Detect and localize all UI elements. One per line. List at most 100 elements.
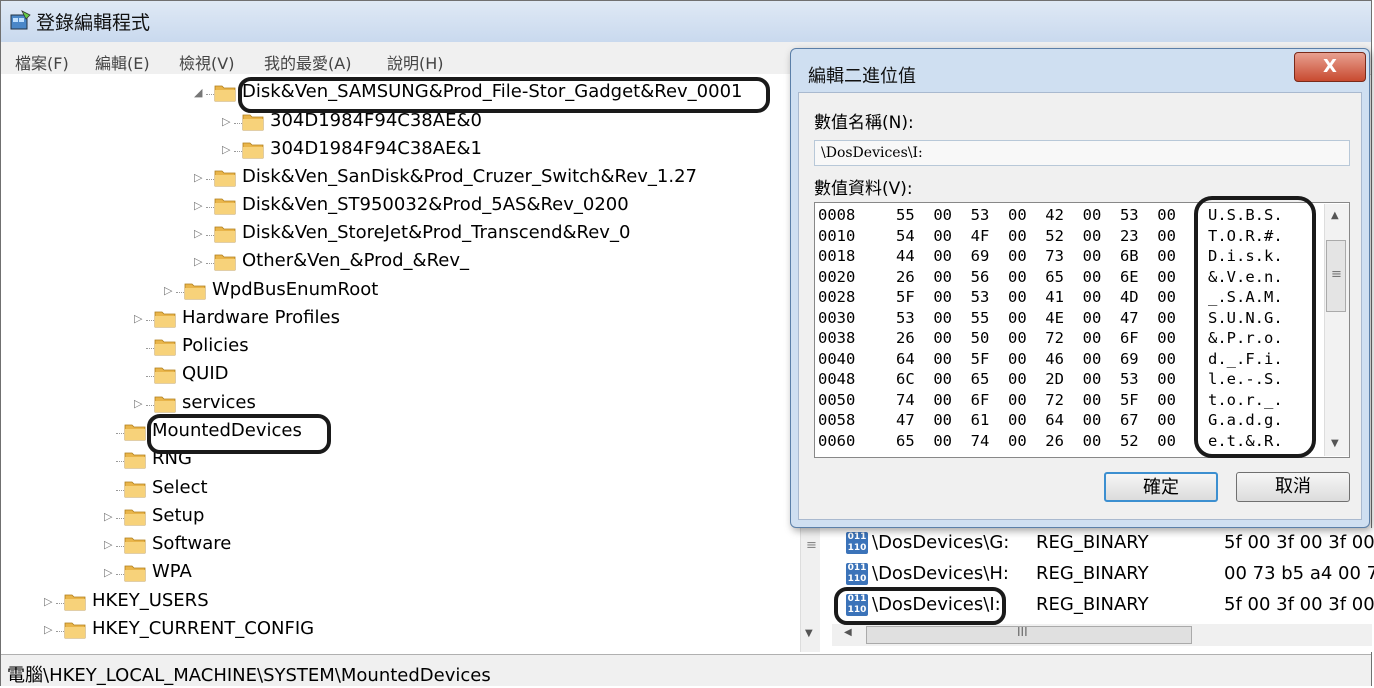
scroll-grip-icon: ≡ [1331, 267, 1342, 282]
folder-icon [64, 622, 86, 639]
value-data: 5f 00 3f 00 3f 00 [1224, 532, 1374, 553]
hex-bytes: 26 00 56 00 65 00 6E 00 [896, 267, 1176, 286]
tree-node-label[interactable]: Setup [152, 505, 204, 526]
folder-icon [214, 198, 236, 215]
tree-node-label[interactable]: Disk&Ven_StoreJet&Prod_Transcend&Rev_0 [242, 222, 630, 243]
tree-node-label[interactable]: WPA [152, 561, 192, 582]
tree-node-label[interactable]: Hardware Profiles [182, 307, 340, 328]
hex-offset: 0010 [818, 226, 856, 245]
hex-offset: 0040 [818, 349, 856, 368]
hex-offset: 0048 [818, 370, 856, 388]
folder-icon [124, 424, 146, 441]
hex-bytes: 47 00 61 00 64 00 67 00 [896, 411, 1176, 429]
hex-offset: 0038 [818, 329, 856, 347]
value-row[interactable]: 011 110 \DosDevices\H: REG_BINARY 00 73 b5 … [846, 561, 1374, 589]
expand-arrow-icon[interactable]: ▷ [164, 284, 172, 297]
value-name-field[interactable]: \DosDevices\I: [814, 140, 1350, 166]
value-type: REG_BINARY [1036, 594, 1149, 615]
collapse-arrow-icon[interactable]: ◢ [194, 86, 202, 99]
hex-offset: 0060 [818, 431, 856, 450]
hex-offset: 0020 [818, 267, 856, 286]
hex-bytes: 74 00 6F 00 72 00 5F 00 [896, 390, 1176, 409]
menu-help[interactable]: 說明(H) [387, 50, 444, 74]
folder-icon [124, 509, 146, 526]
dialog-close-button[interactable]: X [1294, 52, 1366, 82]
tree-node-label[interactable]: Policies [182, 335, 249, 356]
expand-arrow-icon[interactable]: ▷ [44, 623, 52, 636]
tree-node-label[interactable]: QUID [182, 363, 229, 384]
value-data: 5f 00 3f 00 3f 00 [1224, 594, 1374, 615]
expand-arrow-icon[interactable]: ▷ [104, 510, 112, 523]
expand-arrow-icon[interactable]: ▷ [222, 143, 230, 156]
tree-node-label[interactable]: Select [152, 477, 208, 498]
hex-bytes: 55 00 53 00 42 00 53 00 [896, 206, 1176, 224]
tree-node-label[interactable]: 304D1984F94C38AE&0 [270, 110, 482, 131]
tree-node-label[interactable]: Software [152, 533, 231, 554]
tree-node-label[interactable]: HKEY_USERS [92, 590, 209, 611]
ok-button[interactable]: 確定 [1104, 472, 1218, 502]
list-scroll-thumb[interactable]: III [866, 625, 1192, 644]
menu-file[interactable]: 檔案(F) [15, 50, 69, 74]
expand-arrow-icon[interactable]: ▷ [194, 255, 202, 268]
scroll-up-arrow-icon[interactable]: ▲ [1331, 210, 1339, 221]
expand-arrow-icon[interactable]: ▷ [104, 566, 112, 579]
folder-icon [154, 339, 176, 356]
highlight-samsung-key [238, 77, 770, 113]
expand-arrow-icon[interactable]: ▷ [134, 397, 142, 410]
highlight-dosdevices-i [834, 587, 1006, 625]
hex-scroll-thumb[interactable]: ≡ [1326, 240, 1346, 312]
value-row[interactable]: 011 110 \DosDevices\G: REG_BINARY 5f 00 3f … [846, 530, 1374, 558]
tree-node-label[interactable]: services [182, 392, 256, 413]
folder-icon [124, 452, 146, 469]
folder-icon [184, 283, 206, 300]
title-bar [1, 1, 1371, 42]
expand-arrow-icon[interactable]: ▷ [44, 595, 52, 608]
menu-favorites[interactable]: 我的最愛(A) [264, 50, 351, 74]
binary-value-icon: 011 110 [846, 532, 868, 554]
scroll-thumb-grip: III [1017, 625, 1028, 639]
binary-value-icon: 011 110 [846, 563, 868, 585]
value-name: \DosDevices\H: [872, 563, 1009, 584]
scroll-left-arrow-icon[interactable]: ◀ [844, 627, 852, 638]
highlight-ascii-column [1194, 196, 1316, 458]
tree-node-label[interactable]: Disk&Ven_SanDisk&Prod_Cruzer_Switch&Rev_… [242, 166, 697, 187]
hex-bytes: 53 00 55 00 4E 00 47 00 [896, 308, 1176, 327]
folder-icon [124, 481, 146, 498]
folder-icon [214, 254, 236, 271]
expand-arrow-icon[interactable]: ▷ [194, 171, 202, 184]
hex-offset: 0028 [818, 288, 856, 306]
scroll-down-arrow-icon[interactable]: ▼ [1331, 438, 1339, 449]
value-name-label: 數值名稱(N): [814, 113, 914, 133]
value-data: 00 73 b5 a4 00 7 [1224, 563, 1374, 584]
expand-arrow-icon[interactable]: ▷ [134, 312, 142, 325]
folder-icon [242, 142, 264, 159]
hex-offset: 0030 [818, 308, 856, 327]
folder-icon [124, 565, 146, 582]
menu-view[interactable]: 檢視(V) [179, 50, 234, 74]
hex-bytes: 64 00 5F 00 46 00 69 00 [896, 349, 1176, 368]
folder-icon [242, 114, 264, 131]
folder-icon [124, 537, 146, 554]
expand-arrow-icon[interactable]: ▷ [194, 199, 202, 212]
cancel-button[interactable]: 取消 [1236, 472, 1350, 502]
status-bar: 電腦\HKEY_LOCAL_MACHINE\SYSTEM\MountedDevi… [1, 654, 1371, 686]
hex-bytes: 6C 00 65 00 2D 00 53 00 [896, 370, 1176, 388]
hex-bytes: 26 00 50 00 72 00 6F 00 [896, 329, 1176, 347]
expand-arrow-icon[interactable]: ▷ [104, 538, 112, 551]
folder-icon [214, 226, 236, 243]
tree-node-label[interactable]: WpdBusEnumRoot [212, 279, 378, 300]
tree-node-label[interactable]: 304D1984F94C38AE&1 [270, 138, 482, 159]
tree-vertical-scrollbar[interactable]: ▼ ≡ [800, 528, 820, 652]
expand-arrow-icon[interactable]: ▷ [222, 115, 230, 128]
tree-node-label[interactable]: Disk&Ven_ST950032&Prod_5AS&Rev_0200 [242, 194, 629, 215]
tree-node-label[interactable]: HKEY_CURRENT_CONFIG [92, 618, 314, 639]
scroll-down-arrow-icon[interactable]: ▼ [805, 628, 813, 639]
hex-bytes: 54 00 4F 00 52 00 23 00 [896, 226, 1176, 245]
expand-arrow-icon[interactable]: ▷ [194, 227, 202, 240]
folder-icon [64, 594, 86, 611]
hex-offset: 0058 [818, 411, 856, 429]
hex-offset: 0018 [818, 247, 856, 265]
menu-edit[interactable]: 編輯(E) [95, 50, 150, 74]
status-path: 電腦\HKEY_LOCAL_MACHINE\SYSTEM\MountedDevi… [7, 665, 491, 686]
tree-node-label[interactable]: Other&Ven_&Prod_&Rev_ [242, 250, 469, 271]
